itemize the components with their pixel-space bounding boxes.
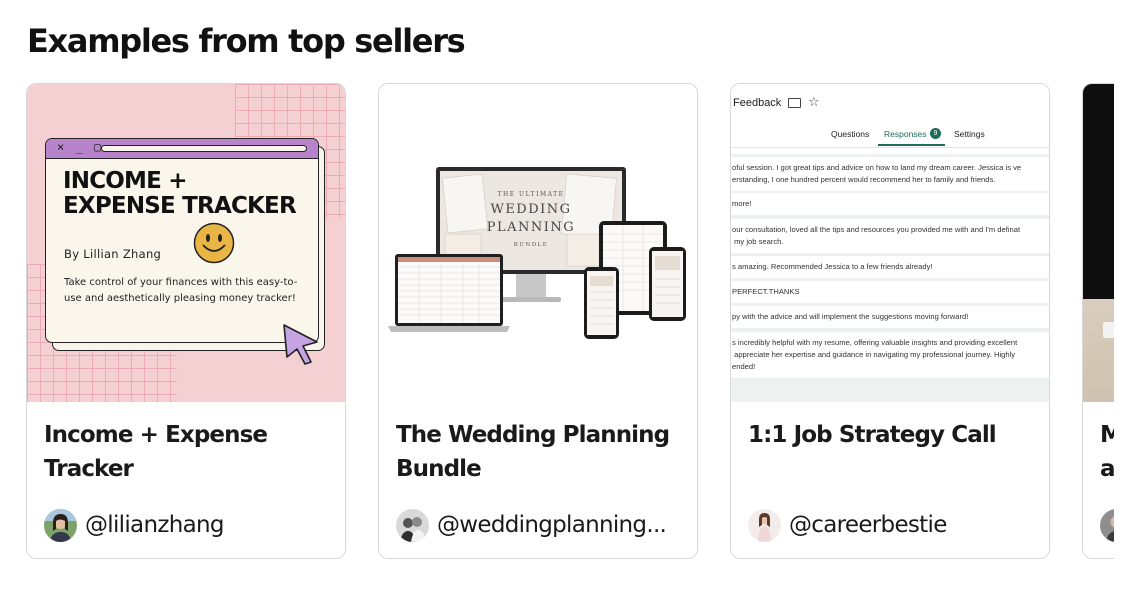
form-header: Feedback ☆ Questions Responses 9 Setting… — [731, 84, 1049, 148]
product-thumbnail — [1083, 84, 1114, 402]
product-title[interactable]: 1:1 Job Strategy Call — [748, 418, 1038, 452]
product-thumbnail: THE ULTIMATE WEDDING PLANNING BUNDLE — [379, 84, 697, 402]
responses-list: oful session. I got great tips and advic… — [731, 154, 1049, 402]
response-item: our consultation, loved all the tips and… — [731, 219, 1049, 253]
seller-handle: @lilianzhang — [85, 512, 224, 538]
thumbnail-background — [1083, 299, 1114, 402]
form-tab-responses: Responses — [884, 129, 927, 139]
art-line-4: BUNDLE — [514, 242, 549, 248]
window-controls-icon: × _ ▢ — [57, 140, 104, 154]
product-card-partial[interactable]: M a — [1082, 83, 1114, 559]
art-line-3: PLANNING — [487, 220, 575, 235]
response-count-badge: 9 — [930, 128, 941, 139]
product-thumbnail: Feedback ☆ Questions Responses 9 Setting… — [731, 84, 1049, 402]
seller-link[interactable]: @weddingplanning... — [396, 508, 667, 542]
art-line-2: WEDDING — [490, 202, 571, 217]
folder-icon — [788, 98, 801, 108]
form-tab-settings: Settings — [954, 129, 985, 139]
product-title[interactable]: The Wedding Planning Bundle — [396, 418, 686, 486]
browser-window-graphic: × _ ▢ INCOME + EXPENSE TRACKER By Lillia… — [45, 138, 319, 343]
product-card-wedding-planning[interactable]: THE ULTIMATE WEDDING PLANNING BUNDLE The… — [378, 83, 698, 559]
art-description: Take control of your finances with this … — [64, 277, 298, 304]
product-card-income-tracker[interactable]: × _ ▢ INCOME + EXPENSE TRACKER By Lillia… — [26, 83, 346, 559]
mouse-cursor-icon — [283, 324, 318, 365]
window-titlebar: × _ ▢ — [46, 139, 318, 159]
seller-link[interactable]: @careerbestie — [748, 508, 947, 542]
product-thumbnail: × _ ▢ INCOME + EXPENSE TRACKER By Lillia… — [27, 84, 345, 402]
seller-avatar — [396, 508, 429, 542]
product-title[interactable]: Income + Expense Tracker — [44, 418, 334, 486]
smiley-face-icon — [193, 222, 235, 264]
seller-handle: @weddingplanning... — [437, 512, 667, 538]
response-item: s amazing. Recommended Jessica to a few … — [731, 256, 1049, 278]
response-item: PERFECT.THANKS — [731, 281, 1049, 303]
seller-avatar — [1100, 508, 1114, 542]
thumbnail-object — [1103, 322, 1114, 338]
seller-link[interactable]: @lilianzhang — [44, 508, 224, 542]
window-address-bar — [101, 145, 307, 152]
response-item: s incredibly helpful with my resume, off… — [731, 332, 1049, 378]
art-byline: By Lillian Zhang — [64, 247, 162, 261]
response-item: py with the advice and will implement th… — [731, 306, 1049, 328]
star-icon: ☆ — [808, 94, 820, 109]
product-title[interactable]: M a — [1100, 418, 1114, 486]
art-heading: INCOME + EXPENSE TRACKER — [63, 168, 297, 219]
response-item: more! — [731, 193, 1049, 215]
devices-mockup: THE ULTIMATE WEDDING PLANNING BUNDLE — [388, 167, 686, 339]
seller-examples-carousel[interactable]: × _ ▢ INCOME + EXPENSE TRACKER By Lillia… — [26, 83, 1114, 563]
form-title: Feedback — [733, 97, 782, 109]
product-card-job-strategy[interactable]: Feedback ☆ Questions Responses 9 Setting… — [730, 83, 1050, 559]
art-line-1: THE ULTIMATE — [498, 191, 565, 198]
seller-avatar — [44, 508, 77, 542]
form-tab-questions: Questions — [831, 129, 870, 139]
seller-handle: @careerbestie — [789, 512, 947, 538]
active-tab-indicator — [878, 144, 945, 146]
response-item: oful session. I got great tips and advic… — [731, 157, 1049, 191]
seller-link[interactable] — [1100, 508, 1114, 542]
section-title: Examples from top sellers — [27, 22, 466, 60]
seller-avatar — [748, 508, 781, 542]
